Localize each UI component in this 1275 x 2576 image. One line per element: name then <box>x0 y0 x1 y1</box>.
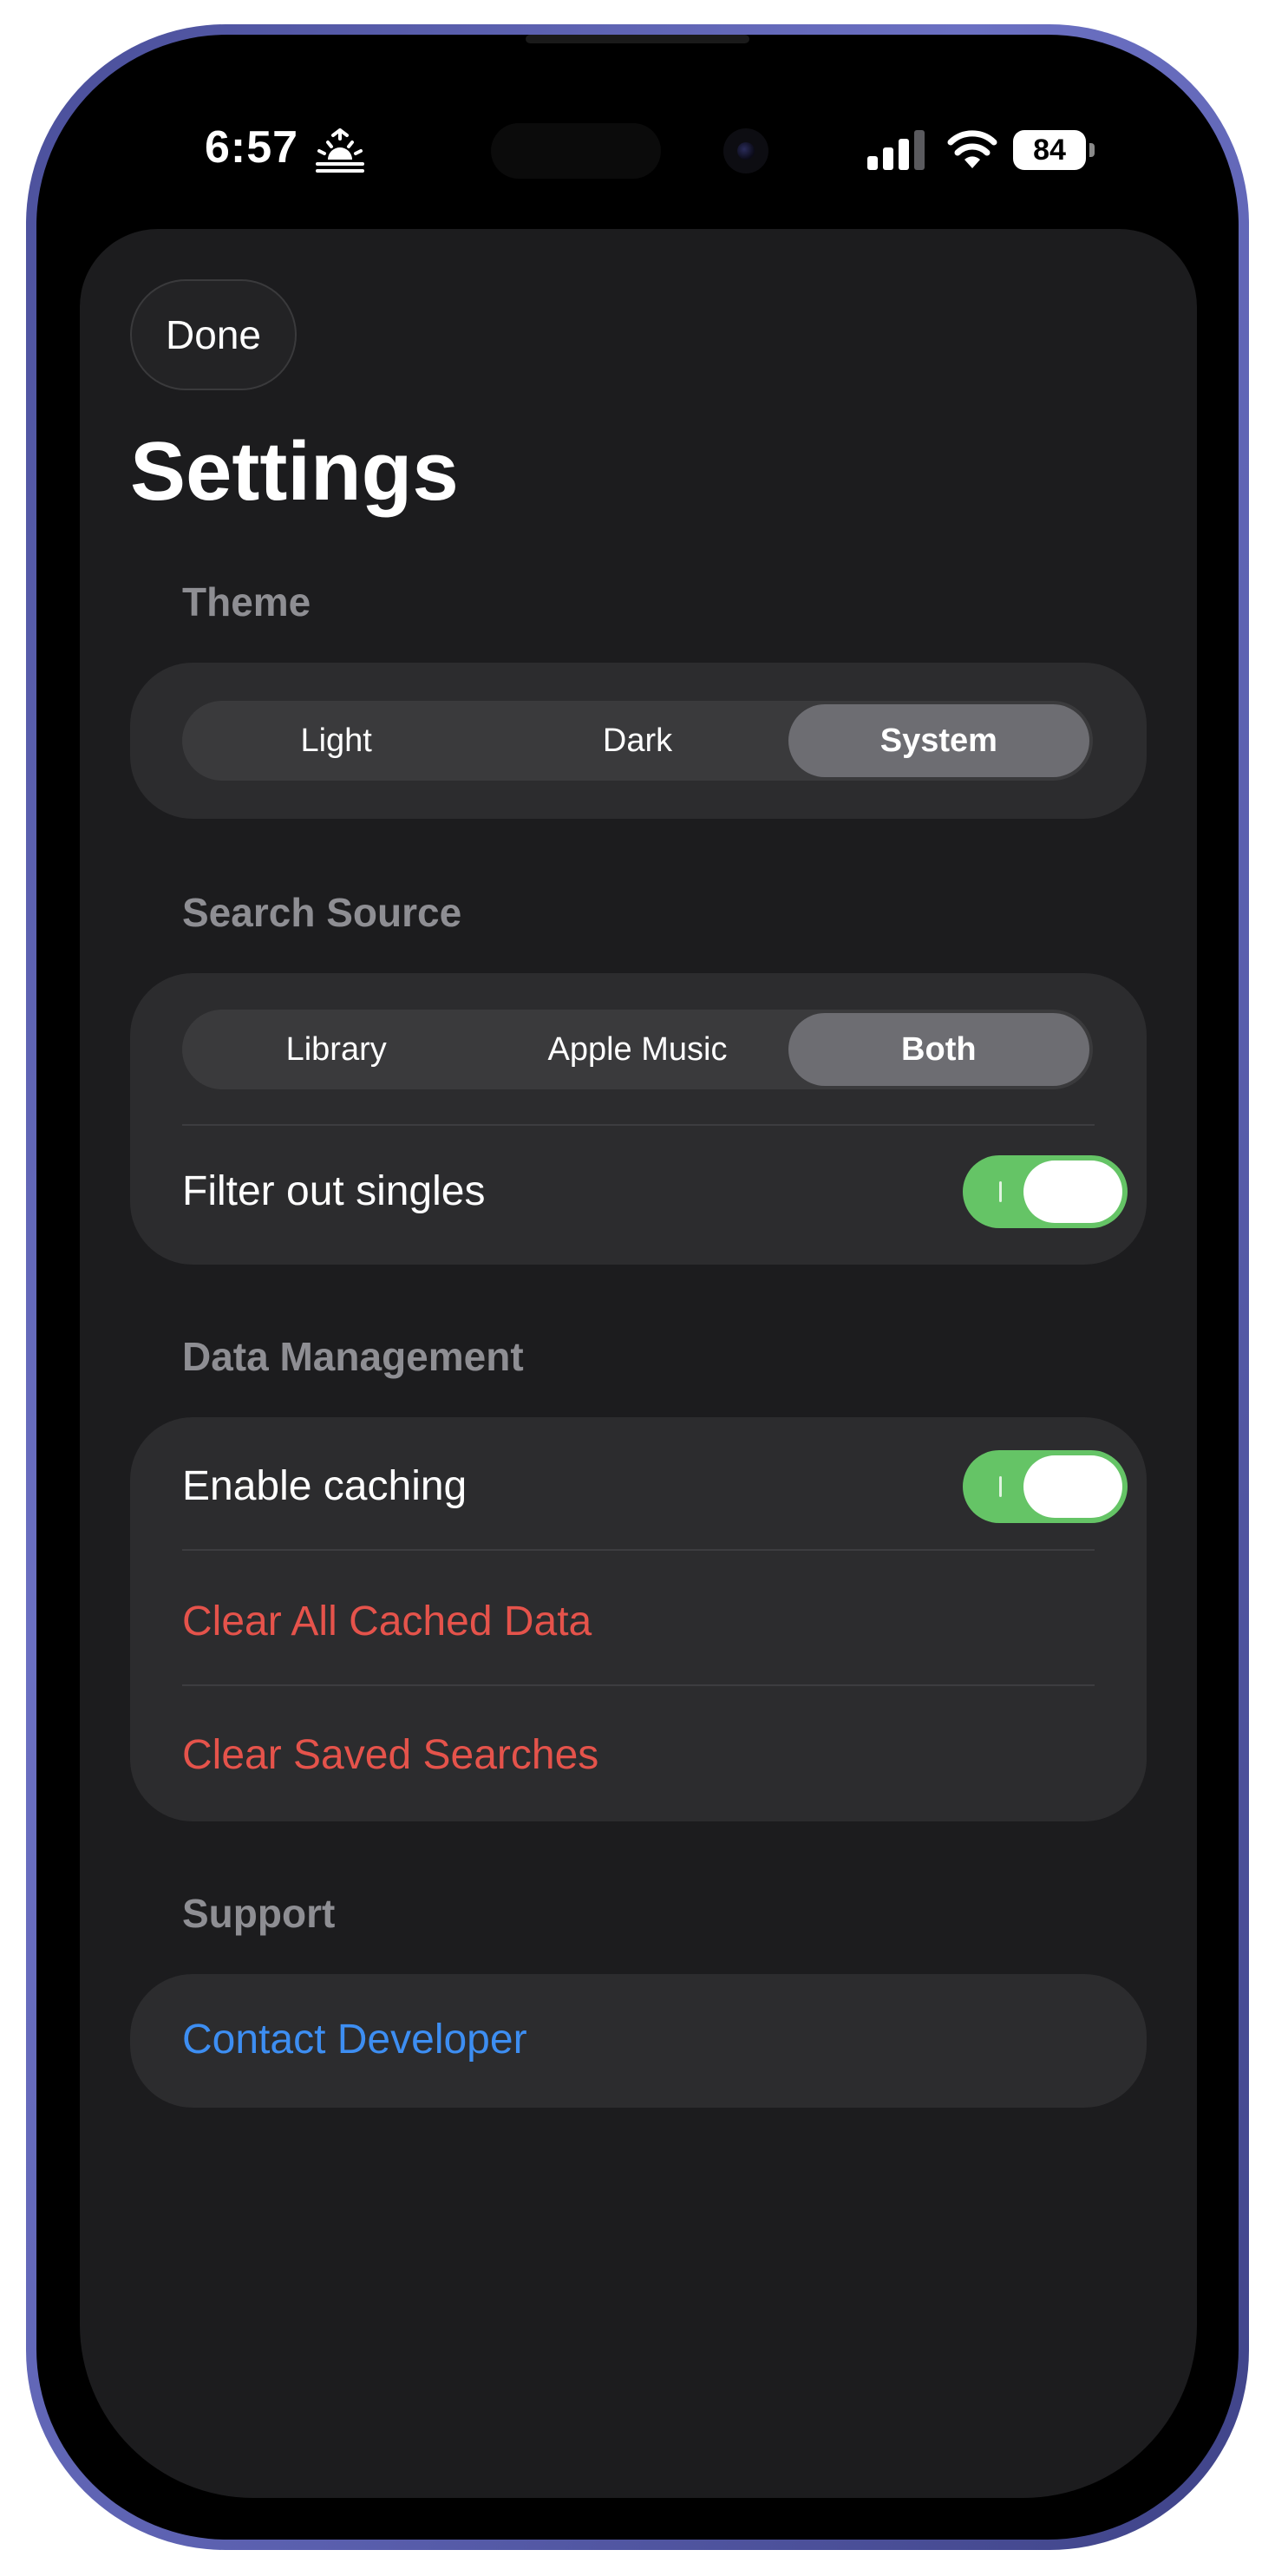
card-divider <box>182 1124 1095 1126</box>
search-source-segmented-control: Library Apple Music Both <box>182 1010 1093 1089</box>
battery-level: 84 <box>1013 130 1086 170</box>
toggle-on-indicator <box>999 1476 1002 1497</box>
toggle-knob <box>1023 1161 1122 1223</box>
wifi-icon <box>947 130 997 168</box>
clear-saved-searches-button[interactable]: Clear Saved Searches <box>182 1729 598 1782</box>
settings-sheet: Done Settings Theme Light Dark System Se… <box>80 229 1197 2498</box>
status-time: 6:57 <box>205 122 299 173</box>
done-button[interactable]: Done <box>130 279 297 390</box>
card-divider <box>182 1549 1095 1551</box>
cellular-signal-icon <box>867 130 925 170</box>
contact-developer-link[interactable]: Contact Developer <box>182 2014 527 2066</box>
earpiece-speaker <box>526 35 749 43</box>
support-section-header: Support <box>182 1891 336 1936</box>
filter-singles-label: Filter out singles <box>182 1168 486 1214</box>
support-card: Contact Developer <box>130 1974 1147 2108</box>
source-option-apple-music[interactable]: Apple Music <box>487 1013 788 1086</box>
filter-singles-toggle[interactable] <box>963 1155 1128 1228</box>
theme-option-system[interactable]: System <box>788 704 1089 777</box>
toggle-knob <box>1023 1455 1122 1518</box>
search-source-card: Library Apple Music Both Filter out sing… <box>130 973 1147 1265</box>
battery-cap <box>1089 143 1095 157</box>
sunrise-icon <box>316 128 364 173</box>
page-title: Settings <box>130 425 459 518</box>
theme-option-dark[interactable]: Dark <box>487 704 788 777</box>
source-option-both[interactable]: Both <box>788 1013 1089 1086</box>
source-option-library[interactable]: Library <box>186 1013 487 1086</box>
clear-cached-data-button[interactable]: Clear All Cached Data <box>182 1596 592 1648</box>
theme-option-light[interactable]: Light <box>186 704 487 777</box>
theme-section-header: Theme <box>182 579 311 624</box>
data-management-section-header: Data Management <box>182 1334 524 1379</box>
dynamic-island <box>491 123 661 179</box>
theme-card: Light Dark System <box>130 663 1147 819</box>
card-divider <box>182 1684 1095 1686</box>
data-management-card: Enable caching Clear All Cached Data Cle… <box>130 1417 1147 1821</box>
battery-indicator: 84 <box>1013 130 1095 170</box>
theme-segmented-control: Light Dark System <box>182 701 1093 781</box>
front-camera <box>723 128 768 173</box>
toggle-on-indicator <box>999 1181 1002 1202</box>
enable-caching-label: Enable caching <box>182 1463 468 1509</box>
search-source-section-header: Search Source <box>182 890 462 935</box>
enable-caching-toggle[interactable] <box>963 1450 1128 1523</box>
